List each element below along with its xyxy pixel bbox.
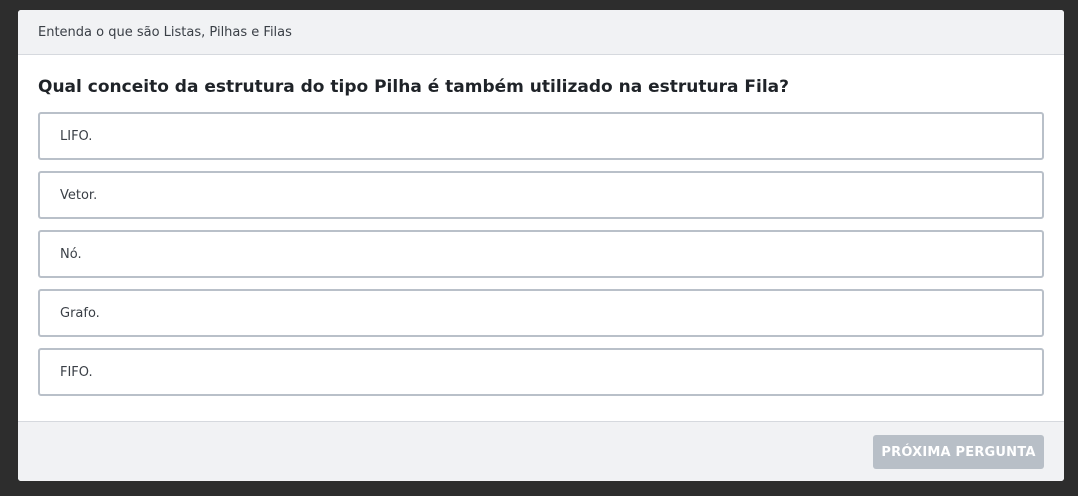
answer-option-fifo[interactable]: FIFO. [38, 348, 1044, 396]
quiz-card: Entenda o que são Listas, Pilhas e Filas… [18, 10, 1064, 481]
quiz-header: Entenda o que são Listas, Pilhas e Filas [18, 10, 1064, 55]
answer-option-label: FIFO. [60, 364, 93, 380]
answer-option-label: Vetor. [60, 187, 98, 203]
quiz-title: Entenda o que são Listas, Pilhas e Filas [38, 24, 292, 40]
answer-option-no[interactable]: Nó. [38, 230, 1044, 278]
answer-option-label: Nó. [60, 246, 82, 262]
next-question-button[interactable]: PRÓXIMA PERGUNTA [873, 435, 1044, 469]
answer-option-vetor[interactable]: Vetor. [38, 171, 1044, 219]
answer-option-label: Grafo. [60, 305, 100, 321]
answer-option-grafo[interactable]: Grafo. [38, 289, 1044, 337]
quiz-body: Qual conceito da estrutura do tipo Pilha… [18, 55, 1064, 396]
quiz-footer: PRÓXIMA PERGUNTA [18, 421, 1064, 481]
answer-options: LIFO. Vetor. Nó. Grafo. FIFO. [38, 112, 1044, 396]
answer-option-label: LIFO. [60, 128, 93, 144]
answer-option-lifo[interactable]: LIFO. [38, 112, 1044, 160]
question-text: Qual conceito da estrutura do tipo Pilha… [38, 77, 789, 97]
